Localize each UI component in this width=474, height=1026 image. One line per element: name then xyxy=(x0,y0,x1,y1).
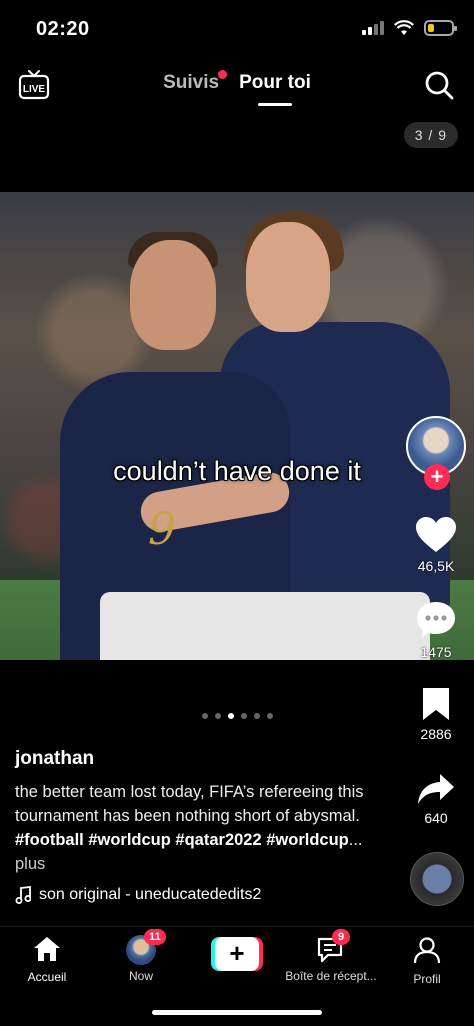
caption-overlay: couldn’t have done it xyxy=(113,456,361,486)
home-indicator xyxy=(152,1010,322,1015)
carousel-dot[interactable] xyxy=(253,713,260,719)
carousel-dot[interactable] xyxy=(227,713,234,719)
nav-profile-label: Profil xyxy=(413,972,441,986)
tab-for-you[interactable]: Pour toi xyxy=(239,72,311,106)
jersey-number: 9 xyxy=(148,504,176,555)
share-icon[interactable] xyxy=(416,772,456,806)
nav-home[interactable]: Accueil xyxy=(0,935,94,984)
like-count: 46,5K xyxy=(417,558,455,574)
comment-action[interactable]: 1475 xyxy=(406,600,466,660)
feed-tabs: Suivis Pour toi xyxy=(0,70,474,106)
music-note-icon xyxy=(15,886,31,904)
follow-button[interactable]: + xyxy=(424,464,450,490)
heart-icon[interactable] xyxy=(415,516,457,554)
search-icon[interactable] xyxy=(424,70,454,100)
create-button[interactable]: + xyxy=(190,937,284,971)
plus-icon: + xyxy=(215,937,259,971)
status-icons xyxy=(362,20,457,36)
now-avatar: 11 xyxy=(126,929,166,965)
battery-icon xyxy=(424,20,457,36)
nav-now-label: Now xyxy=(128,969,153,983)
see-more-link[interactable]: plus xyxy=(15,855,45,873)
top-nav: LIVE Suivis Pour toi xyxy=(0,62,474,112)
description-text: the better team lost today, FIFA’s refer… xyxy=(15,783,364,825)
music-disc[interactable] xyxy=(410,852,464,906)
bookmark-count: 2886 xyxy=(420,726,452,742)
share-action[interactable]: 640 xyxy=(406,772,466,826)
creator-username[interactable]: jonathan xyxy=(15,748,94,770)
carousel-dot[interactable] xyxy=(240,713,247,719)
post-description[interactable]: the better team lost today, FIFA’s refer… xyxy=(15,780,375,876)
signal-icon xyxy=(362,21,384,35)
nav-home-label: Accueil xyxy=(27,970,67,984)
player-left-face xyxy=(130,240,216,350)
photo-counter: 3 / 9 xyxy=(403,122,458,148)
comment-count: 1475 xyxy=(420,644,452,660)
status-bar: 02:20 xyxy=(0,0,474,56)
notification-dot xyxy=(218,70,228,79)
like-action[interactable]: 46,5K xyxy=(406,516,466,574)
profile-icon xyxy=(413,937,441,964)
inbox-badge: 9 xyxy=(332,929,350,945)
tab-following[interactable]: Suivis xyxy=(163,70,228,94)
player-shorts xyxy=(100,592,430,660)
wifi-icon xyxy=(394,20,414,35)
carousel-dot[interactable] xyxy=(201,713,208,719)
post-photo[interactable]: 9 couldn’t have done it xyxy=(0,192,474,660)
nav-profile[interactable]: Profil xyxy=(380,935,474,986)
sound-link[interactable]: son original - uneducatededits2 xyxy=(15,886,261,904)
hashtags[interactable]: #football #worldcup #qatar2022 #worldcup xyxy=(15,831,349,849)
sound-title: son original - uneducatededits2 xyxy=(39,886,262,903)
nav-inbox[interactable]: 9 Boîte de récept... xyxy=(284,929,378,983)
carousel-dots xyxy=(0,713,474,719)
share-count: 640 xyxy=(424,810,448,826)
ellipsis: ... xyxy=(348,831,363,849)
home-icon xyxy=(34,937,60,961)
comment-icon[interactable] xyxy=(415,600,457,640)
carousel-dot[interactable] xyxy=(214,713,221,719)
status-time: 02:20 xyxy=(36,18,90,40)
nav-now[interactable]: 11 Now xyxy=(94,929,188,983)
player-right-face xyxy=(246,222,330,332)
carousel-dot[interactable] xyxy=(266,713,273,719)
now-badge: 11 xyxy=(144,929,166,945)
nav-inbox-label: Boîte de récept... xyxy=(285,969,377,983)
